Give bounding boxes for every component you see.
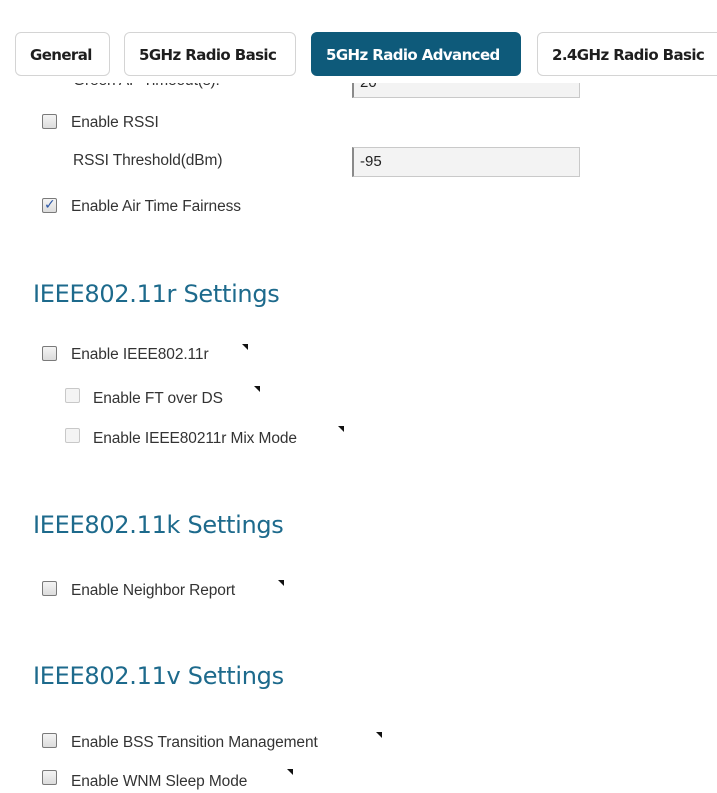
wnm-sleep-label: Enable WNM Sleep Mode [71,773,248,790]
ieee80211k-heading: IEEE802.11k Settings [33,511,284,539]
bss-transition-label: Enable BSS Transition Management [71,734,318,751]
tooltip-marker-icon[interactable] [376,732,382,738]
tab-general[interactable]: General [15,32,110,76]
tooltip-marker-icon[interactable] [278,580,284,586]
tab-bar: General 5GHz Radio Basic 5GHz Radio Adva… [0,8,717,83]
tooltip-marker-icon[interactable] [242,344,248,350]
tab-5ghz-radio-basic[interactable]: 5GHz Radio Basic [124,32,296,76]
wnm-sleep-checkbox[interactable] [42,770,57,785]
neighbor-report-checkbox[interactable] [42,581,57,596]
ieee80211r-heading: IEEE802.11r Settings [33,280,280,308]
mix-mode-label: Enable IEEE80211r Mix Mode [93,430,297,447]
rssi-threshold-field[interactable]: -95 [352,147,580,177]
enable-80211r-checkbox[interactable] [42,346,57,361]
ft-over-ds-label: Enable FT over DS [93,390,223,407]
enable-rssi-checkbox[interactable] [42,114,57,129]
mix-mode-checkbox[interactable] [65,428,80,443]
neighbor-report-label: Enable Neighbor Report [71,582,236,599]
tooltip-marker-icon[interactable] [254,386,260,392]
tooltip-marker-icon[interactable] [287,769,293,775]
check-icon: ✓ [44,196,56,212]
tooltip-marker-icon[interactable] [338,426,344,432]
rssi-threshold-label: RSSI Threshold(dBm) [73,152,223,169]
bss-transition-checkbox[interactable] [42,733,57,748]
ft-over-ds-checkbox[interactable] [65,388,80,403]
enable-80211r-label: Enable IEEE802.11r [71,346,209,363]
ieee80211v-heading: IEEE802.11v Settings [33,662,284,690]
tab-24ghz-radio-basic[interactable]: 2.4GHz Radio Basic [537,32,717,76]
air-time-fairness-label: Enable Air Time Fairness [71,198,241,215]
tab-5ghz-radio-advanced[interactable]: 5GHz Radio Advanced [311,32,521,76]
air-time-fairness-checkbox[interactable]: ✓ [42,196,57,213]
enable-rssi-label: Enable RSSI [71,114,159,131]
